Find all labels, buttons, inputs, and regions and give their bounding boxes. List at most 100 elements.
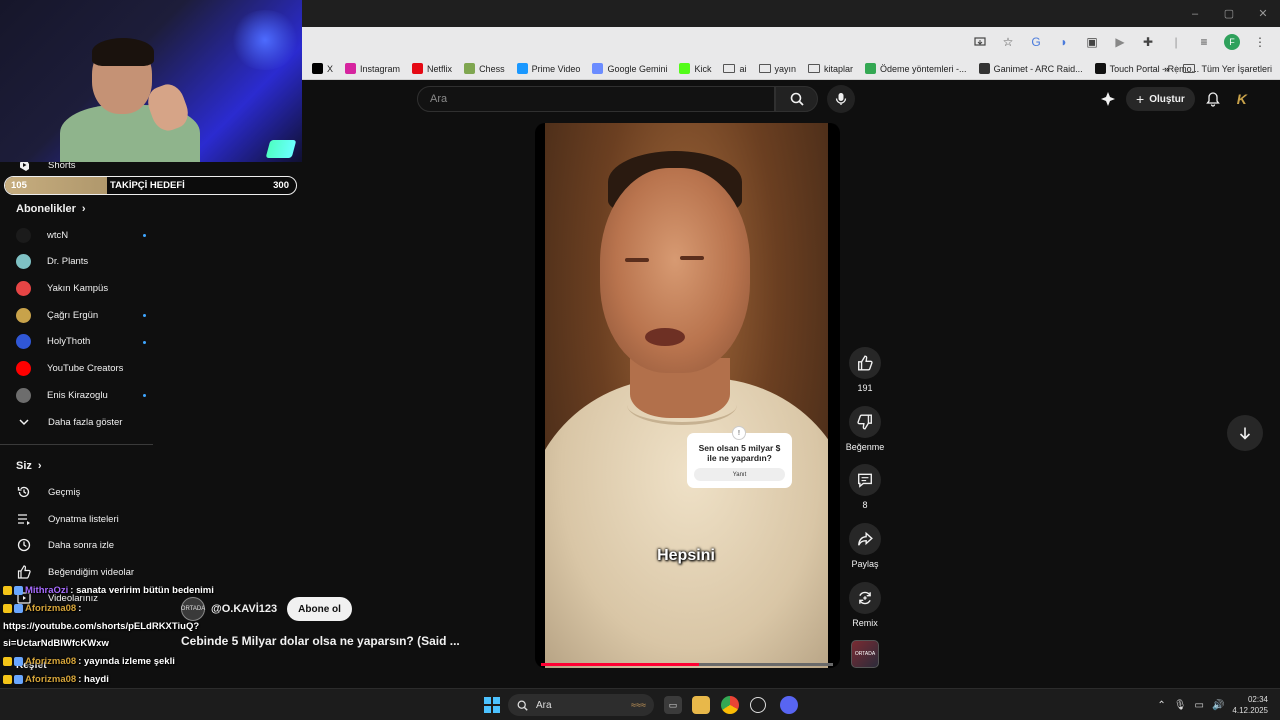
sidebar-item-history[interactable]: Geçmiş xyxy=(16,482,146,502)
all-bookmarks-link[interactable]: Tüm Yer İşaretleri xyxy=(1201,64,1272,74)
extensions-puzzle-icon[interactable]: ✚ xyxy=(1136,30,1160,54)
chevron-right-icon: › xyxy=(37,460,42,472)
account-avatar[interactable]: K xyxy=(1231,88,1253,110)
file-explorer-icon[interactable] xyxy=(692,696,710,714)
sound-thumbnail[interactable]: ORTADA xyxy=(851,640,879,668)
subscription-label: Dr. Plants xyxy=(47,256,89,268)
more-bookmarks-button[interactable]: » xyxy=(1164,64,1169,74)
windows-start-icon[interactable] xyxy=(484,697,500,713)
comments-button[interactable]: 8 xyxy=(842,464,888,510)
media-play-icon[interactable]: ▶ xyxy=(1108,30,1132,54)
bookmark-item[interactable]: Instagram xyxy=(339,57,406,80)
bookmark-item[interactable]: kitaplar xyxy=(802,57,859,80)
liked-videos-icon xyxy=(16,564,32,580)
question-reply-button[interactable]: Yanıt xyxy=(694,468,785,481)
microphone-tray-icon[interactable]: 🎙 xyxy=(1174,700,1187,711)
webcam-light xyxy=(230,10,300,70)
subscription-label: HolyThoth xyxy=(47,336,91,348)
bookmark-item[interactable]: ai xyxy=(717,57,752,80)
channel-avatar[interactable]: ORTADA xyxy=(181,597,205,621)
remix-button[interactable]: Remix xyxy=(842,582,888,628)
notifications-bell-icon[interactable] xyxy=(1205,91,1221,107)
bookmark-item[interactable]: Ganimet - ARC Raid... xyxy=(973,57,1089,80)
search-button[interactable] xyxy=(775,86,818,112)
search-input[interactable]: Ara xyxy=(417,86,775,112)
bookmark-item[interactable]: yayın xyxy=(753,57,803,80)
bookmark-item[interactable]: Netflix xyxy=(406,57,458,80)
folder-icon xyxy=(758,64,771,73)
subscription-item[interactable]: Dr. Plants xyxy=(16,252,146,272)
bookmark-label: ai xyxy=(739,63,747,74)
kick-icon xyxy=(679,63,691,74)
new-content-dot xyxy=(143,394,146,398)
video-frame[interactable] xyxy=(545,123,828,668)
network-icon[interactable]: ▭ xyxy=(1195,700,1204,711)
follower-goal-target: 300 xyxy=(273,180,289,191)
chrome-icon[interactable] xyxy=(721,696,739,714)
discord-icon[interactable] xyxy=(780,696,798,714)
sidebar-item-liked-videos[interactable]: Beğendiğim videolar xyxy=(16,562,146,582)
short-title[interactable]: Cebinde 5 Milyar dolar olsa ne yaparsın?… xyxy=(181,634,481,648)
translate-icon[interactable]: G xyxy=(1024,30,1048,54)
next-short-button[interactable] xyxy=(1227,415,1263,451)
subscriptions-header[interactable]: Abonelikler › xyxy=(16,203,86,215)
share-button[interactable]: Paylaş xyxy=(842,523,888,569)
dislike-button[interactable]: Beğenme xyxy=(842,406,888,452)
question-sticker[interactable]: ! Sen olsan 5 milyar $ ile ne yapardın? … xyxy=(687,426,792,488)
create-button[interactable]: + Oluştur xyxy=(1126,87,1195,111)
you-header[interactable]: Siz › xyxy=(16,460,42,472)
subscribe-button[interactable]: Abone ol xyxy=(287,597,352,621)
subscription-item[interactable]: HolyThoth xyxy=(16,332,146,352)
shorts-player[interactable] xyxy=(535,123,840,668)
profile-button[interactable]: F xyxy=(1220,30,1244,54)
search-icon xyxy=(517,700,528,711)
create-label: Oluştur xyxy=(1149,93,1185,105)
subscription-item[interactable]: Enis Kirazoglu xyxy=(16,385,146,405)
voice-search-button[interactable] xyxy=(827,85,855,113)
subscription-item[interactable]: wtcN xyxy=(16,225,146,245)
bookmark-item[interactable]: X xyxy=(306,57,339,80)
bookmark-item[interactable]: Kick xyxy=(673,57,717,80)
read-aloud-icon[interactable]: ◗ xyxy=(1052,30,1076,54)
remix-label: Remix xyxy=(852,618,878,628)
task-view-icon[interactable]: ▭ xyxy=(664,696,682,714)
obs-icon[interactable] xyxy=(750,697,766,713)
webcam-rgb-light xyxy=(265,140,297,158)
chevron-down-icon xyxy=(16,414,32,430)
tray-expand-icon[interactable]: ⌃ xyxy=(1157,700,1165,711)
show-more-button[interactable]: Daha fazla göster xyxy=(16,412,146,432)
bookmark-item[interactable]: Ödeme yöntemleri -... xyxy=(859,57,973,80)
subscription-label: Çağrı Ergün xyxy=(47,309,99,321)
subscription-item[interactable]: Çağrı Ergün xyxy=(16,305,146,325)
sidebar-item-watch-later[interactable]: Daha sonra izle xyxy=(16,535,146,555)
install-app-icon[interactable] xyxy=(968,30,992,54)
bookmark-item[interactable]: Prime Video xyxy=(511,57,587,80)
bookmark-star-icon[interactable]: ☆ xyxy=(996,30,1020,54)
taskbar-search-input[interactable]: Ara ≈≈≈ xyxy=(508,694,654,716)
bookmark-label: yayın xyxy=(774,63,797,74)
close-button[interactable]: ✕ xyxy=(1246,0,1280,27)
sidebar-item-playlists[interactable]: Oynatma listeleri xyxy=(16,509,146,529)
subscription-label: wtcN xyxy=(47,229,69,241)
video-caption: Hepsini xyxy=(657,547,715,564)
webcam-overlay xyxy=(0,0,302,162)
extension-icon[interactable]: ▣ xyxy=(1080,30,1104,54)
show-more-label: Daha fazla göster xyxy=(48,416,123,428)
chat-badge-icon xyxy=(14,586,23,595)
video-progress-bar[interactable] xyxy=(541,663,833,666)
like-button[interactable]: 191 xyxy=(842,347,888,393)
reading-list-icon[interactable]: ≡ xyxy=(1192,30,1216,54)
maximize-button[interactable]: ▢ xyxy=(1212,0,1246,27)
sparkle-icon[interactable] xyxy=(1100,91,1116,107)
bookmark-item[interactable]: Chess xyxy=(458,57,511,80)
plus-icon: + xyxy=(1136,91,1145,107)
bookmark-item[interactable]: Google Gemini xyxy=(586,57,673,80)
volume-icon[interactable]: 🔊 xyxy=(1212,700,1224,711)
subscription-item[interactable]: YouTube Creators xyxy=(16,359,146,379)
arc-icon xyxy=(978,63,990,74)
channel-name[interactable]: @O.KAVİ123 xyxy=(211,603,277,615)
minimize-button[interactable]: – xyxy=(1178,0,1212,27)
clock[interactable]: 02:34 4.12.2025 xyxy=(1232,694,1268,716)
subscription-item[interactable]: Yakın Kampüs xyxy=(16,278,146,298)
menu-kebab-icon[interactable]: ⋮ xyxy=(1248,30,1272,54)
